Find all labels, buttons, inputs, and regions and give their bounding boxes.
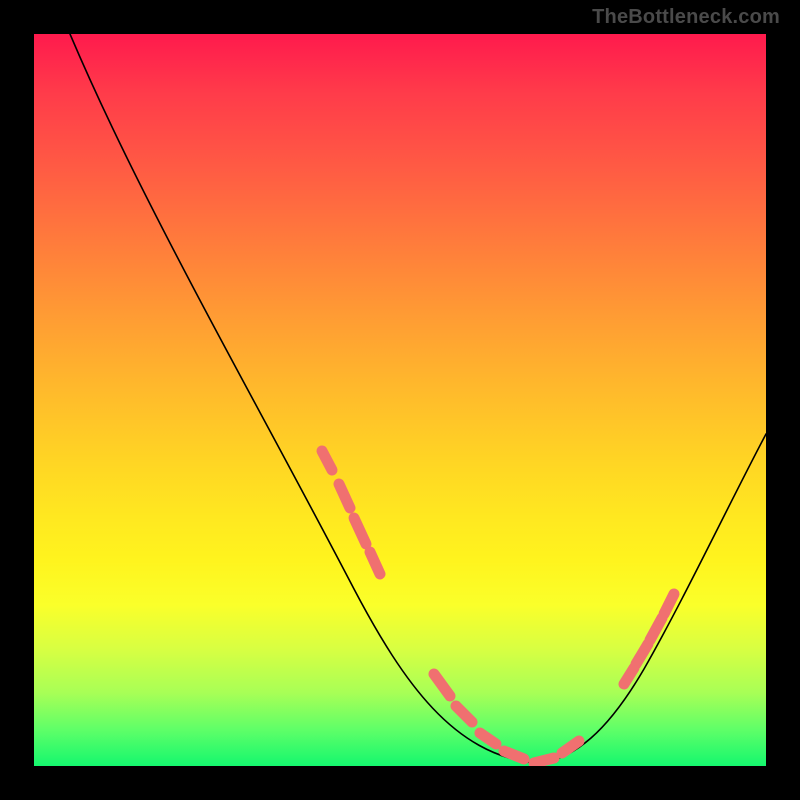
- plot-area: [34, 34, 766, 766]
- marker-left-2: [339, 484, 350, 508]
- marker-right-1: [624, 668, 634, 684]
- marker-left-4: [370, 552, 380, 574]
- marker-right-2: [636, 644, 648, 664]
- marker-right-4: [664, 594, 674, 614]
- bottleneck-curve: [70, 34, 766, 763]
- watermark-text: TheBottleneck.com: [592, 6, 780, 29]
- marker-bottom-4: [504, 751, 524, 759]
- marker-bottom-6: [562, 741, 579, 753]
- marker-bottom-5: [534, 758, 554, 763]
- marker-group: [322, 451, 674, 763]
- marker-left-3: [354, 518, 366, 544]
- marker-left-1: [322, 451, 332, 470]
- marker-bottom-2: [456, 706, 472, 722]
- marker-bottom-1: [434, 674, 450, 696]
- marker-bottom-3: [480, 733, 496, 744]
- chart-svg: [34, 34, 766, 766]
- marker-right-3: [650, 618, 662, 640]
- curve-group: [70, 34, 766, 763]
